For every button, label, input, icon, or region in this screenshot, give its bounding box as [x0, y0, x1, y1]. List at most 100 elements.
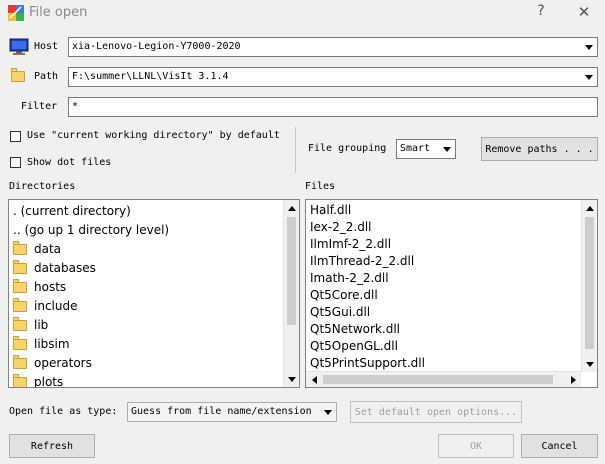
- path-value: F:\summer\LLNL\VisIt 3.1.4: [72, 71, 229, 82]
- directory-item-label: include: [34, 299, 78, 313]
- open-as-type-value: Guess from file name/extension: [131, 406, 312, 417]
- host-dropdown-icon[interactable]: [582, 39, 596, 55]
- help-button[interactable]: ?: [534, 3, 548, 19]
- host-label: Host: [34, 41, 59, 52]
- file-item[interactable]: Qt5Gui.dll: [310, 303, 370, 320]
- window-title: File open: [29, 5, 88, 20]
- files-list[interactable]: Half.dll Iex-2_2.dll IlmImf-2_2.dll IlmThre…: [305, 199, 598, 388]
- folder-icon: [13, 316, 27, 331]
- open-as-type-combobox[interactable]: Guess from file name/extension: [127, 402, 337, 422]
- file-item-label: Qt5Gui.dll: [310, 304, 371, 319]
- directory-item-label: plots: [34, 375, 64, 388]
- file-item-label: Imath-2_2.dll: [310, 270, 389, 285]
- directory-item[interactable]: data: [13, 240, 61, 258]
- scroll-left-arrow-icon[interactable]: [306, 372, 322, 387]
- files-label: Files: [305, 181, 336, 192]
- file-item-label: Iex-2_2.dll: [310, 219, 372, 234]
- folder-icon: [13, 354, 27, 369]
- path-combobox[interactable]: F:\summer\LLNL\VisIt 3.1.4: [68, 67, 598, 87]
- file-item[interactable]: IlmThread-2_2.dll: [310, 252, 414, 269]
- directory-item-label: hosts: [34, 280, 67, 294]
- filter-input[interactable]: *: [68, 97, 598, 117]
- close-button[interactable]: ✕: [576, 3, 592, 21]
- file-item[interactable]: Imath-2_2.dll: [310, 269, 389, 286]
- file-item[interactable]: Qt5PrintSupport.dll: [310, 354, 425, 371]
- show-dot-files-checkbox[interactable]: [10, 157, 21, 168]
- directory-item[interactable]: . (current directory): [13, 202, 131, 220]
- file-item-label: IlmImf-2_2.dll: [310, 236, 392, 251]
- path-dropdown-icon[interactable]: [582, 69, 596, 85]
- scrollbar-thumb[interactable]: [323, 375, 553, 384]
- path-label: Path: [34, 71, 59, 82]
- computer-icon: [9, 38, 29, 55]
- file-grouping-dropdown-icon[interactable]: [440, 141, 454, 157]
- use-cwd-checkbox[interactable]: [10, 131, 21, 142]
- scroll-down-arrow-icon[interactable]: [284, 371, 299, 387]
- refresh-button[interactable]: Refresh: [9, 434, 95, 458]
- scroll-up-arrow-icon[interactable]: [284, 200, 299, 216]
- file-item[interactable]: IlmImf-2_2.dll: [310, 235, 391, 252]
- cancel-button[interactable]: Cancel: [521, 434, 598, 458]
- open-as-type-dropdown-icon[interactable]: [321, 404, 335, 420]
- remove-paths-button[interactable]: Remove paths . . .: [481, 137, 598, 161]
- folder-icon: [13, 373, 27, 387]
- file-item-label: Qt5PrintSupport.dll: [310, 355, 425, 370]
- directory-item-label: data: [34, 242, 62, 256]
- directory-item[interactable]: include: [13, 297, 77, 315]
- directory-item-label: databases: [34, 261, 96, 275]
- host-value: xia-Lenovo-Legion-Y7000-2020: [72, 41, 241, 52]
- scroll-up-arrow-icon[interactable]: [582, 200, 597, 216]
- scrollbar-thumb[interactable]: [287, 217, 296, 325]
- file-item[interactable]: Qt5OpenGL.dll: [310, 337, 398, 354]
- directory-item-label: .. (go up 1 directory level): [13, 223, 170, 237]
- directory-item[interactable]: lib: [13, 316, 48, 334]
- folder-icon: [13, 278, 27, 293]
- options-divider: [295, 127, 296, 173]
- file-item[interactable]: Qt5Network.dll: [310, 320, 400, 337]
- directories-vertical-scrollbar[interactable]: [283, 200, 299, 387]
- directory-item-label: libsim: [34, 337, 70, 351]
- file-item-label: Qt5OpenGL.dll: [310, 338, 398, 353]
- filter-value: *: [72, 101, 79, 112]
- directory-item[interactable]: libsim: [13, 335, 70, 353]
- set-default-open-options-button[interactable]: Set default open options...: [350, 401, 522, 423]
- folder-icon: [13, 259, 27, 274]
- directories-list[interactable]: . (current directory) .. (go up 1 directo…: [8, 199, 300, 388]
- files-vertical-scrollbar[interactable]: [581, 200, 597, 372]
- file-grouping-label: File grouping: [308, 143, 387, 154]
- file-item-label: Qt5Core.dll: [310, 287, 378, 302]
- directory-item[interactable]: operators: [13, 354, 92, 372]
- files-horizontal-scrollbar[interactable]: [306, 371, 581, 387]
- filter-label: Filter: [21, 101, 58, 112]
- directory-item[interactable]: hosts: [13, 278, 66, 296]
- file-item-label: Qt5Network.dll: [310, 321, 400, 336]
- ok-button[interactable]: OK: [438, 434, 514, 458]
- file-grouping-combobox[interactable]: Smart: [396, 139, 456, 159]
- directory-item-label: operators: [34, 356, 92, 370]
- scrollbar-thumb[interactable]: [585, 217, 594, 349]
- file-item[interactable]: Qt5Core.dll: [310, 286, 378, 303]
- directory-item[interactable]: databases: [13, 259, 96, 277]
- host-combobox[interactable]: xia-Lenovo-Legion-Y7000-2020: [68, 37, 598, 57]
- folder-icon: [13, 297, 27, 312]
- show-dot-files-label: Show dot files: [27, 157, 112, 168]
- visit-app-icon: [8, 5, 24, 21]
- file-item-label: Half.dll: [310, 202, 352, 217]
- use-cwd-label: Use "current working directory" by defau…: [27, 130, 280, 141]
- directory-item-label: . (current directory): [13, 204, 131, 218]
- folder-icon: [13, 240, 27, 255]
- scroll-right-arrow-icon[interactable]: [565, 372, 581, 387]
- title-bar: [0, 0, 605, 26]
- file-grouping-value: Smart: [400, 143, 431, 154]
- open-as-type-label: Open file as type:: [9, 406, 118, 417]
- file-item[interactable]: Half.dll: [310, 201, 351, 218]
- directory-item[interactable]: .. (go up 1 directory level): [13, 221, 169, 239]
- file-item-label: IlmThread-2_2.dll: [310, 253, 415, 268]
- file-item[interactable]: Iex-2_2.dll: [310, 218, 372, 235]
- scroll-down-arrow-icon[interactable]: [582, 356, 597, 372]
- path-folder-icon: [11, 68, 32, 82]
- directory-item[interactable]: plots: [13, 373, 64, 388]
- directories-label: Directories: [9, 181, 76, 192]
- directory-item-label: lib: [34, 318, 49, 332]
- folder-icon: [13, 335, 27, 350]
